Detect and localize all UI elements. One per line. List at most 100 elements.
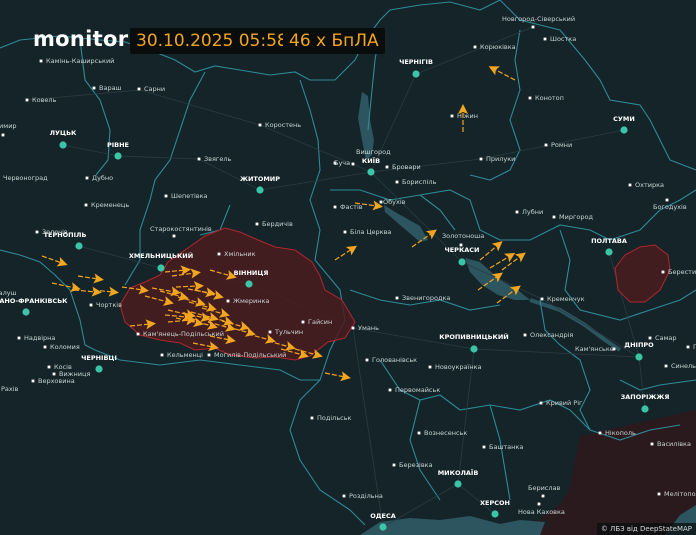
town-dot-icon[interactable] — [92, 86, 96, 90]
town-label[interactable]: Нова Каховка — [518, 508, 565, 516]
town-dot-icon[interactable] — [598, 431, 602, 435]
regional-center-label[interactable]: СУМИ — [613, 115, 635, 123]
town-dot-icon[interactable] — [43, 345, 47, 349]
town-label[interactable]: Звенигородка — [402, 294, 450, 302]
town-label[interactable]: Умань — [358, 324, 379, 332]
capital-dot-icon[interactable] — [95, 365, 103, 373]
drone-triangle-icon[interactable] — [91, 286, 103, 298]
regional-center-label[interactable]: МИКОЛАЇВ — [438, 468, 479, 477]
town-label[interactable]: Сарни — [144, 85, 165, 93]
capital-dot-icon[interactable] — [256, 186, 264, 194]
capital-dot-icon[interactable] — [454, 480, 462, 488]
town-dot-icon[interactable] — [301, 320, 305, 324]
capital-dot-icon[interactable] — [367, 168, 375, 176]
town-dot-icon[interactable] — [379, 200, 383, 204]
town-dot-icon[interactable] — [661, 270, 665, 274]
town-dot-icon[interactable] — [531, 25, 535, 29]
town-label[interactable]: Коломия — [50, 343, 80, 351]
town-label[interactable]: Конотоп — [535, 94, 564, 102]
town-label[interactable]: Бердичів — [262, 220, 293, 228]
capital-dot-icon[interactable] — [114, 152, 122, 160]
town-dot-icon[interactable] — [164, 194, 168, 198]
regional-center-label[interactable]: КИЇВ — [362, 156, 380, 165]
town-label[interactable]: Ромни — [551, 141, 572, 149]
regional-center-label[interactable]: ПОЛТАВА — [591, 237, 627, 245]
drone-triangle-icon[interactable] — [514, 248, 529, 263]
town-dot-icon[interactable] — [392, 463, 396, 467]
town-dot-icon[interactable] — [515, 210, 519, 214]
town-dot-icon[interactable] — [84, 203, 88, 207]
regional-center-label[interactable]: ВІННИЦЯ — [234, 269, 269, 277]
town-dot-icon[interactable] — [1, 133, 5, 137]
capital-dot-icon[interactable] — [59, 141, 67, 149]
capital-dot-icon[interactable] — [22, 308, 30, 316]
regional-center-label[interactable]: РІВНЕ — [107, 141, 129, 149]
town-label[interactable]: Буча — [334, 159, 350, 167]
town-dot-icon[interactable] — [395, 296, 399, 300]
town-dot-icon[interactable] — [537, 502, 541, 506]
town-label[interactable]: Баштанка — [489, 443, 523, 451]
town-label[interactable]: Самар — [655, 334, 677, 342]
town-label[interactable]: Нікополь — [605, 429, 636, 437]
town-dot-icon[interactable] — [310, 416, 314, 420]
town-label[interactable]: Верховина — [38, 377, 75, 385]
drone-triangle-icon[interactable] — [70, 282, 82, 294]
town-label[interactable]: Охтирка — [635, 181, 664, 189]
town-label[interactable]: Дубно — [92, 174, 113, 182]
capital-dot-icon[interactable] — [641, 405, 649, 413]
town-dot-icon[interactable] — [160, 353, 164, 357]
town-label[interactable]: Бориспіль — [402, 178, 437, 186]
town-dot-icon[interactable] — [388, 388, 392, 392]
drone-triangle-icon[interactable] — [56, 256, 70, 270]
town-dot-icon[interactable] — [351, 326, 355, 330]
regional-center-label[interactable]: ЧЕРКАСИ — [444, 246, 479, 254]
capital-dot-icon[interactable] — [157, 264, 165, 272]
town-dot-icon[interactable] — [172, 234, 176, 238]
town-label[interactable]: Звягель — [204, 155, 231, 163]
town-dot-icon[interactable] — [417, 431, 421, 435]
town-dot-icon[interactable] — [473, 45, 477, 49]
town-dot-icon[interactable] — [52, 372, 56, 376]
capital-dot-icon[interactable] — [75, 242, 83, 250]
town-dot-icon[interactable] — [552, 215, 556, 219]
town-label[interactable]: Роздільна — [349, 492, 383, 500]
regional-center-label[interactable]: ЧЕРНІГІВ — [399, 58, 433, 66]
town-label[interactable]: Тульчин — [274, 328, 303, 336]
town-label[interactable]: Берислав — [528, 484, 561, 492]
town-dot-icon[interactable] — [17, 336, 21, 340]
town-dot-icon[interactable] — [648, 336, 652, 340]
town-dot-icon[interactable] — [35, 230, 39, 234]
town-label[interactable]: Бровари — [392, 163, 421, 171]
town-label[interactable]: Миргород — [559, 213, 593, 221]
town-dot-icon[interactable] — [479, 157, 483, 161]
town-label[interactable]: Голованівськ — [372, 356, 417, 364]
town-label[interactable]: Прилуки — [486, 155, 515, 163]
town-dot-icon[interactable] — [31, 379, 35, 383]
town-dot-icon[interactable] — [137, 87, 141, 91]
town-label[interactable]: Кам'янське — [575, 345, 614, 353]
drone-triangle-icon[interactable] — [486, 62, 500, 76]
town-label[interactable]: Калуш — [0, 289, 17, 297]
town-dot-icon[interactable] — [89, 303, 93, 307]
town-dot-icon[interactable] — [351, 162, 355, 166]
town-dot-icon[interactable] — [541, 494, 545, 498]
drone-triangle-icon[interactable] — [340, 371, 352, 383]
attribution[interactable]: © ЛБЗ від DeepStateMAP — [596, 523, 696, 535]
town-label[interactable]: Вараш — [99, 84, 122, 92]
town-label[interactable]: Кривий Ріг — [546, 399, 583, 407]
regional-center-label[interactable]: ХМЕЛЬНИЦЬКИЙ — [129, 251, 193, 260]
town-dot-icon[interactable] — [255, 222, 259, 226]
town-dot-icon[interactable] — [528, 96, 532, 100]
town-dot-icon[interactable] — [207, 353, 211, 357]
town-label[interactable]: Корюківка — [480, 43, 516, 51]
town-dot-icon[interactable] — [450, 114, 454, 118]
capital-dot-icon[interactable] — [379, 523, 387, 531]
town-label[interactable]: Вишгород — [356, 148, 391, 156]
town-label[interactable]: Обухів — [383, 198, 406, 206]
capital-dot-icon[interactable] — [412, 70, 420, 78]
town-label[interactable]: Шепетівка — [171, 192, 208, 200]
regional-center-label[interactable]: ДНІПРО — [624, 341, 654, 349]
town-label[interactable]: Шостка — [550, 35, 576, 43]
town-dot-icon[interactable] — [539, 401, 543, 405]
town-label[interactable]: Первомайськ — [395, 386, 440, 394]
